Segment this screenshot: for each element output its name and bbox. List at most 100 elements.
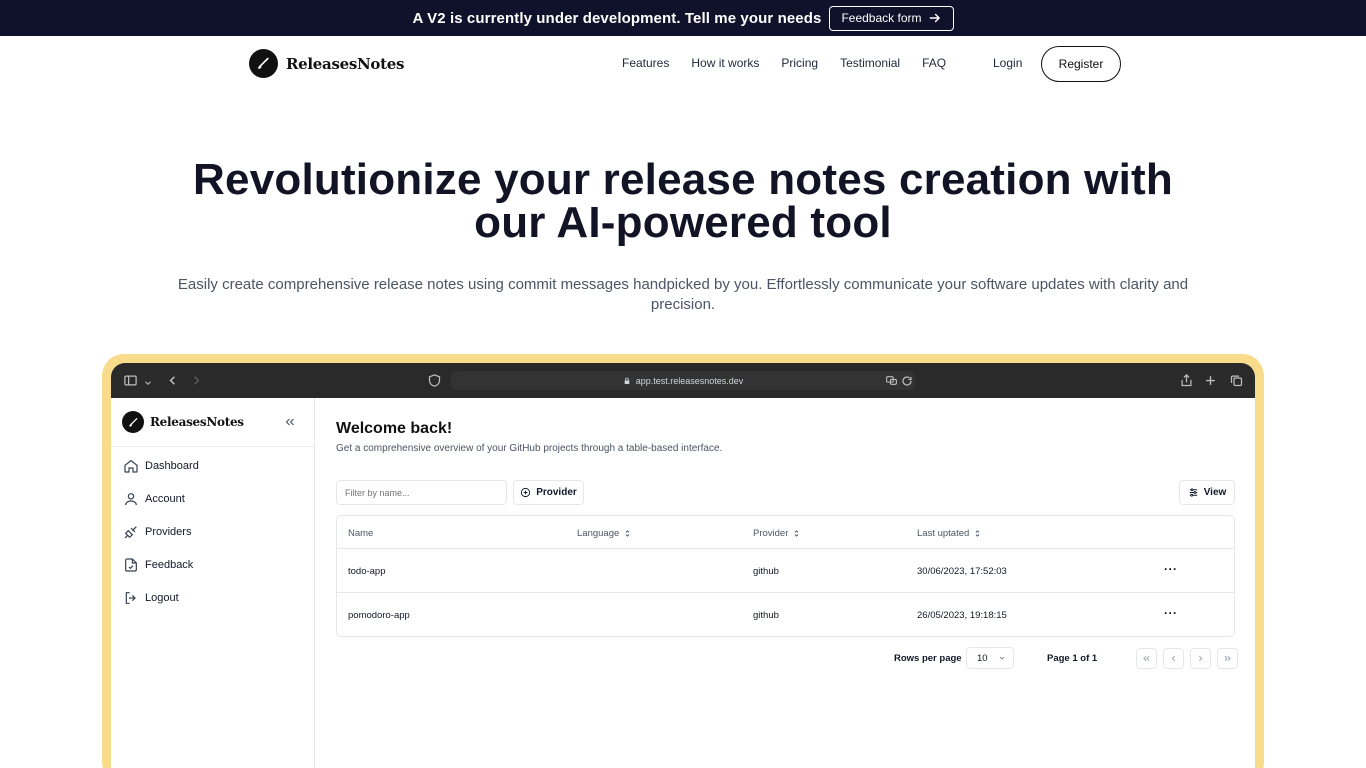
app-sidebar: ReleasesNotes Dashboard Account Provider… (111, 398, 315, 768)
collapse-sidebar-icon[interactable] (283, 415, 297, 429)
sort-icon (625, 529, 630, 537)
filter-by-name-input[interactable] (336, 480, 507, 505)
app-main: Welcome back! Get a comprehensive overvi… (316, 398, 1255, 768)
sidebar-item-label: Providers (145, 526, 192, 538)
user-icon (125, 493, 137, 506)
table-cell-name: pomodoro-app (348, 609, 410, 621)
chevron-down-icon (143, 375, 153, 393)
app-brand-logo[interactable]: ReleasesNotes (122, 411, 244, 433)
column-header-label: Last uptated (917, 527, 970, 539)
chevrons-left-icon (1143, 655, 1150, 662)
table-divider (337, 548, 1234, 549)
table-divider (337, 592, 1234, 593)
last-page-button[interactable] (1217, 648, 1238, 669)
address-url: app.test.releasesnotes.dev (635, 375, 744, 386)
feedback-form-label: Feedback form (841, 11, 922, 25)
column-header-language[interactable]: Language (577, 526, 632, 540)
feedback-form-button[interactable]: Feedback form (829, 5, 954, 31)
nav-link-pricing[interactable]: Pricing (781, 56, 818, 70)
next-page-button[interactable] (1190, 648, 1211, 669)
register-button[interactable]: Register (1041, 46, 1121, 82)
first-page-button[interactable] (1136, 648, 1157, 669)
sidebar-item-account[interactable]: Account (123, 491, 185, 507)
plus-circle-icon (521, 487, 531, 498)
sliders-icon (1189, 488, 1197, 497)
welcome-title: Welcome back! (336, 420, 453, 437)
sidebar-item-label: Logout (145, 592, 179, 604)
table-cell-provider: github (753, 565, 779, 577)
sidebar-item-label: Account (145, 493, 185, 505)
announcement-bar: A V2 is currently under development. Tel… (0, 0, 1366, 36)
page-indicator: Page 1 of 1 (1047, 653, 1098, 664)
column-header-provider[interactable]: Provider (753, 526, 801, 540)
sidebar-divider (111, 446, 314, 447)
row-actions-icon[interactable]: ··· (1164, 562, 1178, 576)
view-button-label: View (1203, 487, 1227, 498)
browser-window: app.test.releasesnotes.dev ReleasesNotes (111, 363, 1255, 768)
logout-icon (125, 592, 136, 604)
sort-icon (975, 529, 980, 537)
navbar: ReleasesNotes Features How it works Pric… (0, 36, 1366, 92)
welcome-subtitle: Get a comprehensive overview of your Git… (336, 443, 723, 454)
hero-subtitle: Easily create comprehensive release note… (177, 276, 1189, 313)
rows-per-page-label: Rows per page (894, 653, 962, 664)
chevron-left-icon (1171, 655, 1175, 662)
sidebar-item-logout[interactable]: Logout (123, 590, 179, 606)
table-cell-provider: github (753, 609, 779, 621)
reload-icon (901, 374, 913, 392)
browser-toolbar: app.test.releasesnotes.dev (111, 363, 1255, 398)
nav-link-testimonial[interactable]: Testimonial (840, 56, 900, 70)
login-link[interactable]: Login (993, 56, 1022, 70)
pen-logo-icon (122, 411, 144, 433)
translate-icon (885, 374, 898, 392)
feedback-icon (125, 558, 137, 572)
share-icon (1179, 373, 1194, 393)
hero-title-line-2: our AI-powered tool (474, 198, 892, 247)
sidebar-item-dashboard[interactable]: Dashboard (123, 458, 199, 474)
shield-icon (427, 373, 442, 393)
previous-page-button[interactable] (1163, 648, 1184, 669)
column-header-last-updated[interactable]: Last uptated (917, 526, 982, 540)
app-brand-name: ReleasesNotes (150, 415, 244, 429)
plug-icon (124, 526, 137, 539)
column-header-label: Provider (753, 527, 789, 539)
column-header-name[interactable]: Name (348, 526, 373, 540)
home-icon (124, 459, 138, 473)
nav-link-how-it-works[interactable]: How it works (691, 56, 759, 70)
hero-title-line-1: Revolutionize your release notes creatio… (193, 155, 1173, 204)
rows-per-page-value: 10 (977, 652, 988, 664)
table-cell-last-updated: 30/06/2023, 17:52:03 (917, 565, 1007, 577)
projects-table: Name Language Provider Last uptated todo… (336, 515, 1235, 637)
nav-links: Features How it works Pricing Testimonia… (622, 56, 946, 70)
table-cell-last-updated: 26/05/2023, 19:18:15 (917, 609, 1007, 621)
nav-link-faq[interactable]: FAQ (922, 56, 946, 70)
column-header-label: Name (348, 527, 374, 539)
announcement-text: A V2 is currently under development. Tel… (412, 9, 822, 27)
new-tab-icon (1203, 373, 1218, 393)
row-actions-icon[interactable]: ··· (1164, 606, 1178, 620)
sidebar-item-feedback[interactable]: Feedback (123, 557, 193, 573)
address-bar[interactable]: app.test.releasesnotes.dev (451, 371, 915, 390)
arrow-right-icon (929, 13, 940, 23)
provider-button-label: Provider (536, 487, 577, 498)
hero-title: Revolutionize your release notes creatio… (0, 155, 1366, 247)
lock-icon (624, 377, 630, 384)
sidebar-item-label: Dashboard (145, 460, 199, 472)
brand-name: ReleasesNotes (286, 54, 405, 73)
column-header-label: Language (577, 527, 620, 539)
nav-link-features[interactable]: Features (622, 56, 669, 70)
sidebar-toggle-icon (123, 373, 138, 393)
view-options-button[interactable]: View (1179, 480, 1235, 505)
tabs-overview-icon (1229, 373, 1244, 393)
brand-logo[interactable]: ReleasesNotes (249, 49, 404, 78)
sort-icon (795, 529, 799, 537)
chevron-down-icon (999, 656, 1005, 660)
back-icon (165, 373, 180, 393)
pen-logo-icon (249, 49, 278, 78)
chevron-right-icon (1199, 655, 1203, 662)
table-cell-name: todo-app (348, 565, 386, 577)
rows-per-page-select[interactable]: 10 (966, 647, 1014, 669)
sidebar-item-providers[interactable]: Providers (123, 524, 191, 540)
provider-filter-button[interactable]: Provider (513, 480, 584, 505)
chevrons-right-icon (1224, 655, 1231, 662)
